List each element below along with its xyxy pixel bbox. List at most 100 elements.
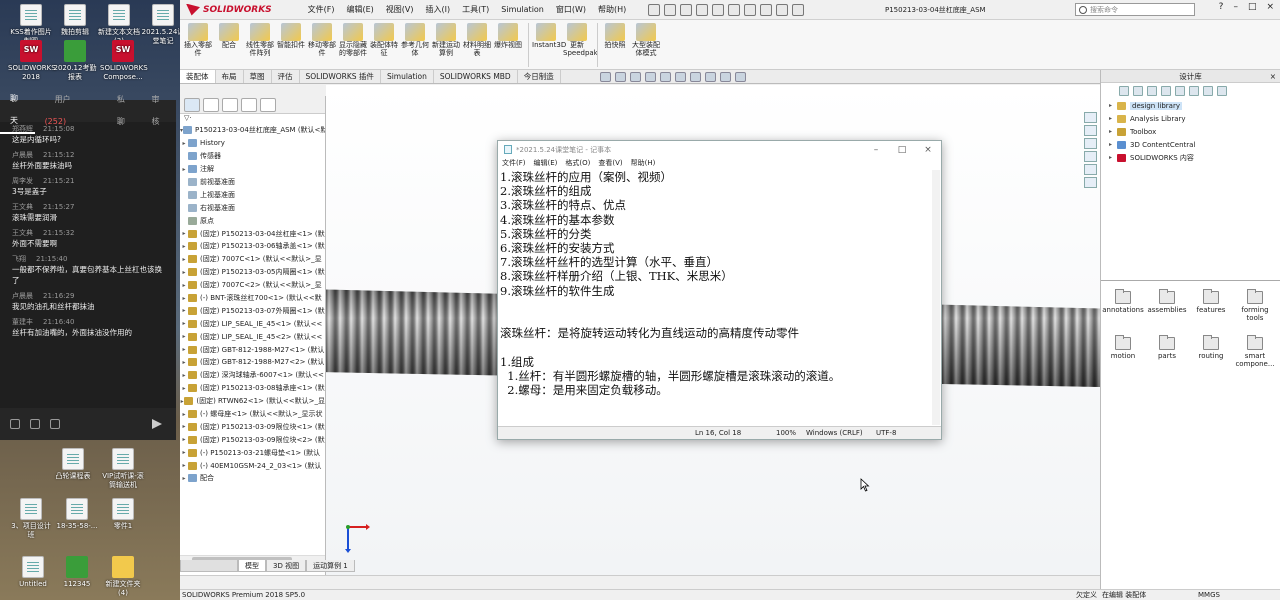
view-palette-icon[interactable] [1084,151,1097,162]
notepad-menu-item[interactable]: 帮助(H) [631,158,656,169]
tree-item[interactable]: ▸ (固定) 7007C<2> (默认<<默认>_显 [180,279,325,292]
forward-icon[interactable] [1133,86,1143,96]
expand-icon[interactable]: ▸ [180,320,188,327]
notepad-minimize-button[interactable]: – [863,145,889,155]
status-units[interactable]: MMGS [1198,590,1220,600]
tab-review[interactable]: 审核 [141,89,176,133]
bottom-tab[interactable]: 运动算例 1 [306,560,355,572]
tree-item[interactable]: ▸ (固定) RTWN62<1> (默认<<默认>_显 [180,395,325,408]
emoji-icon[interactable] [10,419,20,429]
tree-item[interactable]: ▸ (固定) LIP_SEAL_IE_45<2> (默认<< [180,330,325,343]
expand-icon[interactable]: ▸ [1109,154,1117,161]
command-tab[interactable]: SOLIDWORKS MBD [434,70,518,83]
expand-icon[interactable]: ▸ [180,269,188,276]
tree-item[interactable]: 原点 [180,214,325,227]
menu-item[interactable]: 编辑(E) [341,0,380,20]
appearances-icon[interactable] [1084,164,1097,175]
refresh-icon[interactable] [1189,86,1199,96]
property-manager-tab-icon[interactable] [203,97,219,112]
expand-icon[interactable]: ▸ [180,166,188,173]
pin-icon[interactable] [1217,86,1227,96]
desktop-shortcut[interactable]: 魏拍剪辑 [52,4,98,37]
command-tab[interactable]: 布局 [216,70,244,83]
zoom-to-fit-icon[interactable] [600,72,611,82]
expand-icon[interactable]: ▸ [180,346,188,353]
library-folder[interactable]: features [1189,288,1233,334]
tree-item[interactable]: ▸ (固定) P150213-03-04丝杠座<1> (默 [180,227,325,240]
command-button[interactable]: Instant3D [532,23,566,50]
design-library-icon[interactable] [1084,125,1097,136]
expand-icon[interactable]: ▸ [180,333,188,340]
close-panel-button[interactable]: × [1270,70,1276,83]
desktop-shortcut[interactable]: 18-35-58-... [54,498,100,531]
tree-item[interactable]: 传感器 [180,150,325,163]
edit-appearance-icon[interactable] [705,72,716,82]
tree-item[interactable]: ▸ History [180,137,325,150]
tree-item[interactable]: ▸ (-) BNT-滚珠丝杠700<1> (默认<<默 [180,292,325,305]
library-folder[interactable]: smart compone... [1233,334,1277,380]
help-button[interactable]: ? [1219,2,1224,12]
command-tab[interactable]: 装配体 [180,70,216,83]
select-arrow-icon[interactable] [744,3,757,16]
command-button[interactable]: 拍快照 [601,23,629,50]
desktop-shortcut[interactable]: 新建文件夹 (4) [100,556,146,598]
menu-item[interactable]: Simulation [495,0,550,20]
command-button[interactable]: 材料明细表 [463,23,491,57]
configuration-manager-tab-icon[interactable] [222,97,238,112]
undo-icon[interactable] [728,3,741,16]
library-tree-item[interactable]: ▸ Toolbox [1101,125,1280,138]
command-button[interactable]: 新建运动算例 [432,23,460,57]
send-icon[interactable] [152,419,166,429]
close-button[interactable]: × [1266,2,1274,12]
desktop-shortcut[interactable]: SOLIDWORKS Compose... [100,40,148,82]
dimxpert-tab-icon[interactable] [241,97,257,112]
command-tab[interactable]: Simulation [381,70,434,83]
tree-item[interactable]: ▸ (固定) GBT-812-1988-M27<1> (默认 [180,343,325,356]
tab-scroll-arrows[interactable] [180,560,238,572]
expand-icon[interactable]: ▸ [1109,115,1117,122]
library-folder[interactable]: forming tools [1233,288,1277,334]
expand-icon[interactable]: ▸ [180,411,188,418]
create-folder-icon[interactable] [1175,86,1185,96]
tree-item[interactable]: ▸ (-) P150213-03-21螺母垫<1> (默认 [180,446,325,459]
desktop-shortcut[interactable]: 零件1 [100,498,146,531]
desktop-shortcut[interactable]: 凸轮课程表 [50,448,96,481]
expand-icon[interactable]: ▸ [180,243,188,250]
back-icon[interactable] [1119,86,1129,96]
tree-item[interactable]: ▸ (固定) 深沟球轴承-6007<1> (默认<< [180,369,325,382]
expand-icon[interactable]: ▸ [180,449,188,456]
tree-item[interactable]: ▸ (固定) 7007C<1> (默认<<默认>_显 [180,253,325,266]
desktop-shortcut[interactable]: 3、项目设计班 [8,498,54,540]
bottom-tab[interactable]: 3D 视图 [266,560,307,572]
command-button[interactable]: 配合 [215,23,243,50]
command-tab[interactable]: 评估 [272,70,300,83]
expand-icon[interactable]: ▸ [180,230,188,237]
expand-icon[interactable]: ▸ [180,462,188,469]
menu-item[interactable]: 帮助(H) [592,0,632,20]
desktop-shortcut[interactable]: Untitled [10,556,56,589]
tree-item[interactable]: ▸ 配合 [180,472,325,485]
notepad-menu-item[interactable]: 查看(V) [598,158,622,169]
desktop-shortcut[interactable]: VIP试听课-滚筒输送机 [100,448,146,490]
tree-item[interactable]: ▸ (-) 40EM10GSM-24_2_03<1> (默认 [180,459,325,472]
command-button[interactable]: 插入零部件 [184,23,212,57]
notepad-vertical-scrollbar[interactable] [932,170,940,425]
menu-item[interactable]: 文件(F) [302,0,341,20]
command-tab[interactable]: 今日制造 [518,70,561,83]
notepad-menu-item[interactable]: 文件(F) [502,158,526,169]
tree-item[interactable]: ▸ (固定) GBT-812-1988-M27<2> (默认 [180,356,325,369]
display-style-icon[interactable] [675,72,686,82]
library-folder[interactable]: annotations [1101,288,1145,334]
expand-icon[interactable]: ▸ [180,140,188,147]
new-document-icon[interactable] [664,3,677,16]
library-tree-item[interactable]: ▸ Analysis Library [1101,112,1280,125]
save-icon[interactable] [696,3,709,16]
notepad-text-area[interactable]: 1.滚珠丝杆的应用（案例、视频） 2.滚珠丝杆的组成 3.滚珠丝杆的特点、优点 4.滚… [500,170,931,425]
library-folder[interactable]: motion [1101,334,1145,380]
tree-filter[interactable]: ▽· [180,114,325,124]
tree-item[interactable]: ▸ 注解 [180,163,325,176]
minimize-button[interactable]: – [1233,2,1238,12]
command-button[interactable]: 大型装配体模式 [632,23,660,57]
tree-item[interactable]: ▸ (固定) P150213-03-05内隔圈<1> (默 [180,266,325,279]
tree-item[interactable]: ▸ (固定) LIP_SEAL_IE_45<1> (默认<< [180,317,325,330]
